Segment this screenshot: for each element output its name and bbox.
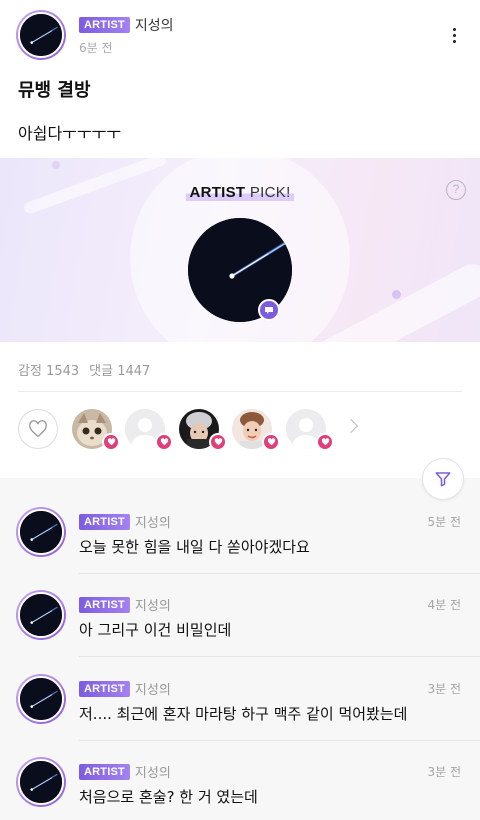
emotion-count[interactable]: 감정 1543 bbox=[18, 364, 79, 379]
post-body: 아쉽다ㅜㅜㅜㅜ bbox=[18, 124, 122, 143]
post-title: 뮤뱅 결방 bbox=[18, 80, 91, 101]
comment-author[interactable]: 지성의 bbox=[135, 679, 171, 698]
artist-pick-label: ARTIST PICK! bbox=[0, 182, 480, 201]
author-avatar[interactable] bbox=[16, 10, 66, 60]
comment-avatar[interactable] bbox=[16, 674, 66, 724]
comment-text: 오늘 못한 힘을 내일 다 쏟아야겠다요 bbox=[79, 538, 310, 556]
reactor-avatar[interactable] bbox=[72, 409, 120, 451]
comment-text: 처음으로 혼술? 한 거 였는데 bbox=[79, 788, 258, 806]
artist-badge: ARTIST bbox=[79, 680, 130, 697]
artist-badge: ARTIST bbox=[79, 763, 130, 780]
filter-button[interactable] bbox=[422, 458, 464, 500]
comment-avatar[interactable] bbox=[16, 507, 66, 557]
artist-badge: ARTIST bbox=[79, 513, 130, 530]
divider bbox=[79, 656, 480, 657]
comment-author[interactable]: 지성의 bbox=[135, 595, 171, 614]
filter-icon bbox=[435, 472, 451, 487]
post-time: 6분 전 bbox=[79, 40, 113, 55]
comment-time: 3분 전 bbox=[427, 765, 461, 779]
heart-outline-icon bbox=[29, 420, 47, 438]
more-options-icon[interactable] bbox=[444, 24, 464, 46]
comment-time: 5분 전 bbox=[427, 515, 461, 529]
comment-text: 아 그리구 이건 비밀인데 bbox=[79, 621, 232, 639]
divider bbox=[79, 740, 480, 741]
reactor-avatar[interactable] bbox=[125, 409, 173, 451]
comment-author[interactable]: 지성의 bbox=[135, 512, 171, 531]
post-stats: 감정 1543 댓글 1447 bbox=[18, 360, 150, 379]
artist-pick-banner: ARTIST PICK! ? bbox=[0, 158, 480, 342]
comment-text: 저.... 최근에 혼자 마라탕 하구 맥주 같이 먹어봤는데 bbox=[79, 705, 408, 723]
author-name[interactable]: 지성의 bbox=[135, 15, 174, 35]
banner-decoration bbox=[52, 161, 60, 169]
heart-icon bbox=[316, 433, 334, 451]
chat-bubble-icon bbox=[258, 299, 280, 321]
comment-author[interactable]: 지성의 bbox=[135, 762, 171, 781]
artist-badge: ARTIST bbox=[79, 16, 130, 33]
divider bbox=[79, 573, 480, 574]
comment-time: 3분 전 bbox=[427, 682, 461, 696]
shooting-star-icon bbox=[20, 594, 62, 636]
comment-item[interactable]: ARTIST 지성의 5분 전 오늘 못한 힘을 내일 다 쏟아야겠다요 bbox=[0, 507, 480, 591]
comment-item[interactable]: ARTIST 지성의 3분 전 저.... 최근에 혼자 마라탕 하구 맥주 같… bbox=[0, 674, 480, 758]
shooting-star-icon bbox=[20, 511, 62, 553]
artist-badge: ARTIST bbox=[79, 596, 130, 613]
heart-icon bbox=[262, 433, 280, 451]
shooting-star-icon bbox=[20, 678, 62, 720]
comment-avatar[interactable] bbox=[16, 757, 66, 807]
comment-avatar[interactable] bbox=[16, 590, 66, 640]
like-button[interactable] bbox=[18, 409, 58, 449]
comment-item[interactable]: ARTIST 지성의 3분 전 처음으로 혼술? 한 거 였는데 bbox=[0, 757, 480, 820]
comment-item[interactable]: ARTIST 지성의 4분 전 아 그리구 이건 비밀인데 bbox=[0, 590, 480, 674]
post-meta: ARTIST 지성의 6분 전 bbox=[79, 15, 174, 56]
shooting-star-icon bbox=[20, 761, 62, 803]
heart-icon bbox=[209, 433, 227, 451]
chevron-right-icon[interactable] bbox=[343, 418, 359, 434]
comment-time: 4분 전 bbox=[427, 598, 461, 612]
reactions-row bbox=[18, 409, 462, 451]
reactor-avatar[interactable] bbox=[286, 409, 334, 451]
help-icon[interactable]: ? bbox=[446, 180, 466, 200]
reactor-avatar[interactable] bbox=[179, 409, 227, 451]
reactor-avatar[interactable] bbox=[232, 409, 280, 451]
banner-decoration bbox=[392, 290, 401, 299]
post-header: ARTIST 지성의 6분 전 bbox=[16, 10, 464, 60]
heart-icon bbox=[155, 433, 173, 451]
divider bbox=[18, 391, 462, 392]
heart-icon bbox=[102, 433, 120, 451]
comment-count[interactable]: 댓글 1447 bbox=[89, 364, 150, 379]
shooting-star-icon bbox=[20, 14, 62, 56]
